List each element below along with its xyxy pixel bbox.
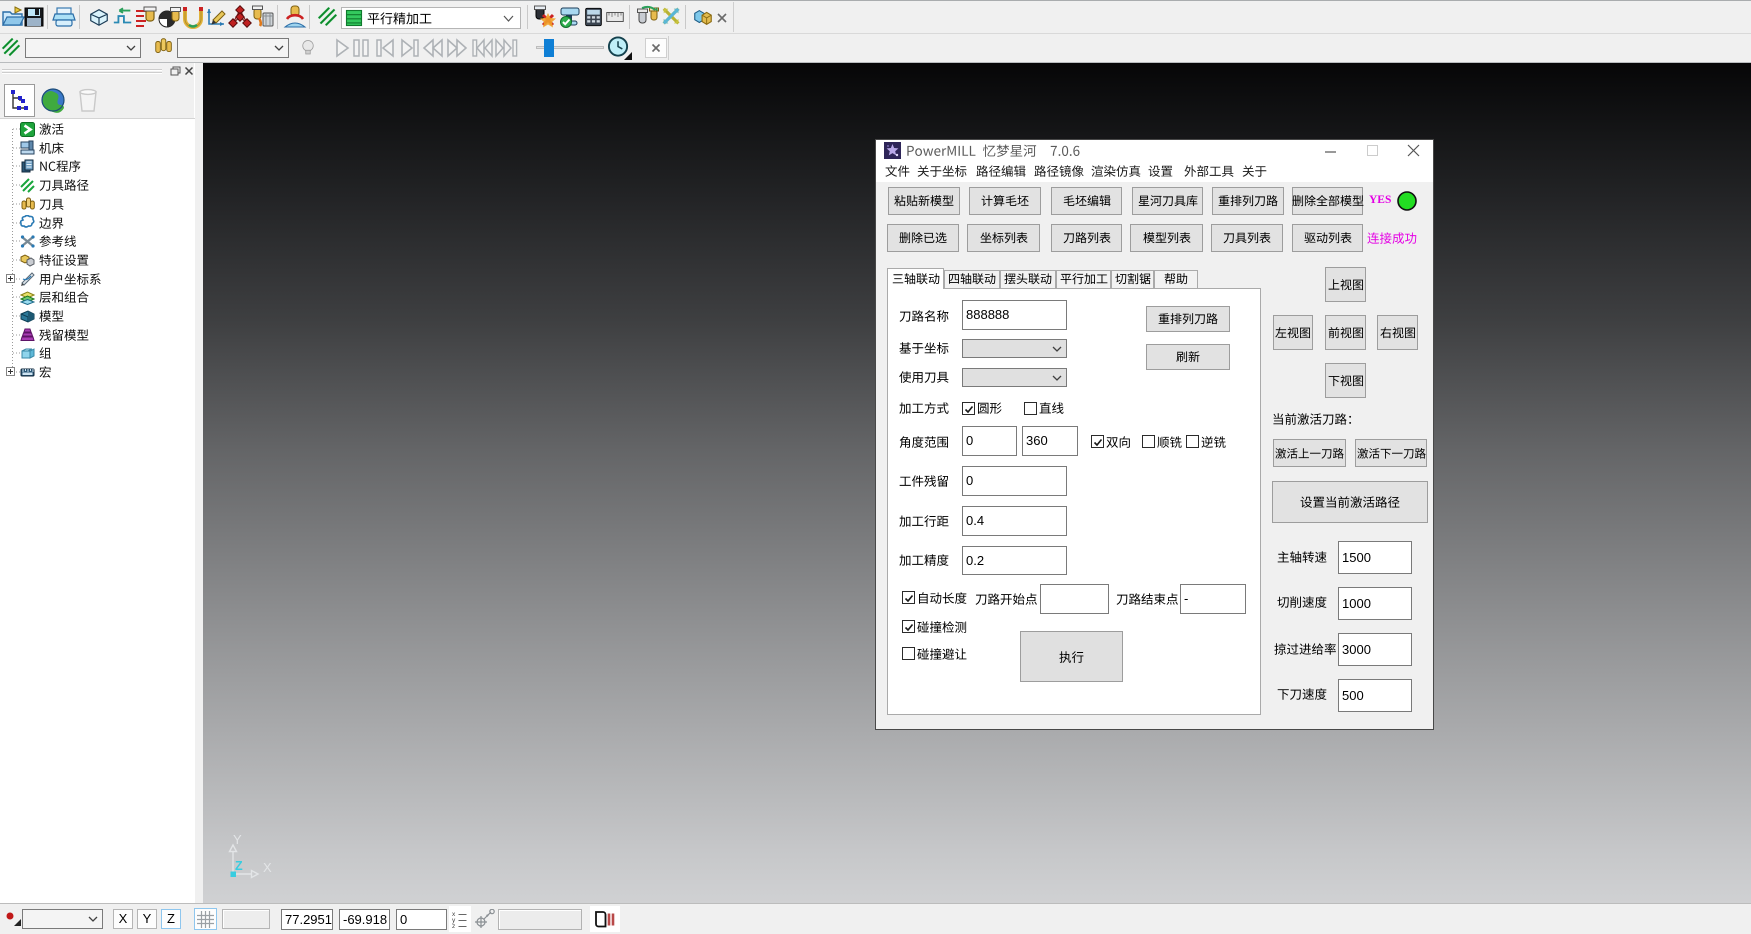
svg-text:Z: Z [235, 859, 243, 873]
svg-text:Y: Y [233, 832, 242, 847]
svg-text:z: z [452, 923, 455, 928]
svg-text:X: X [263, 860, 272, 875]
